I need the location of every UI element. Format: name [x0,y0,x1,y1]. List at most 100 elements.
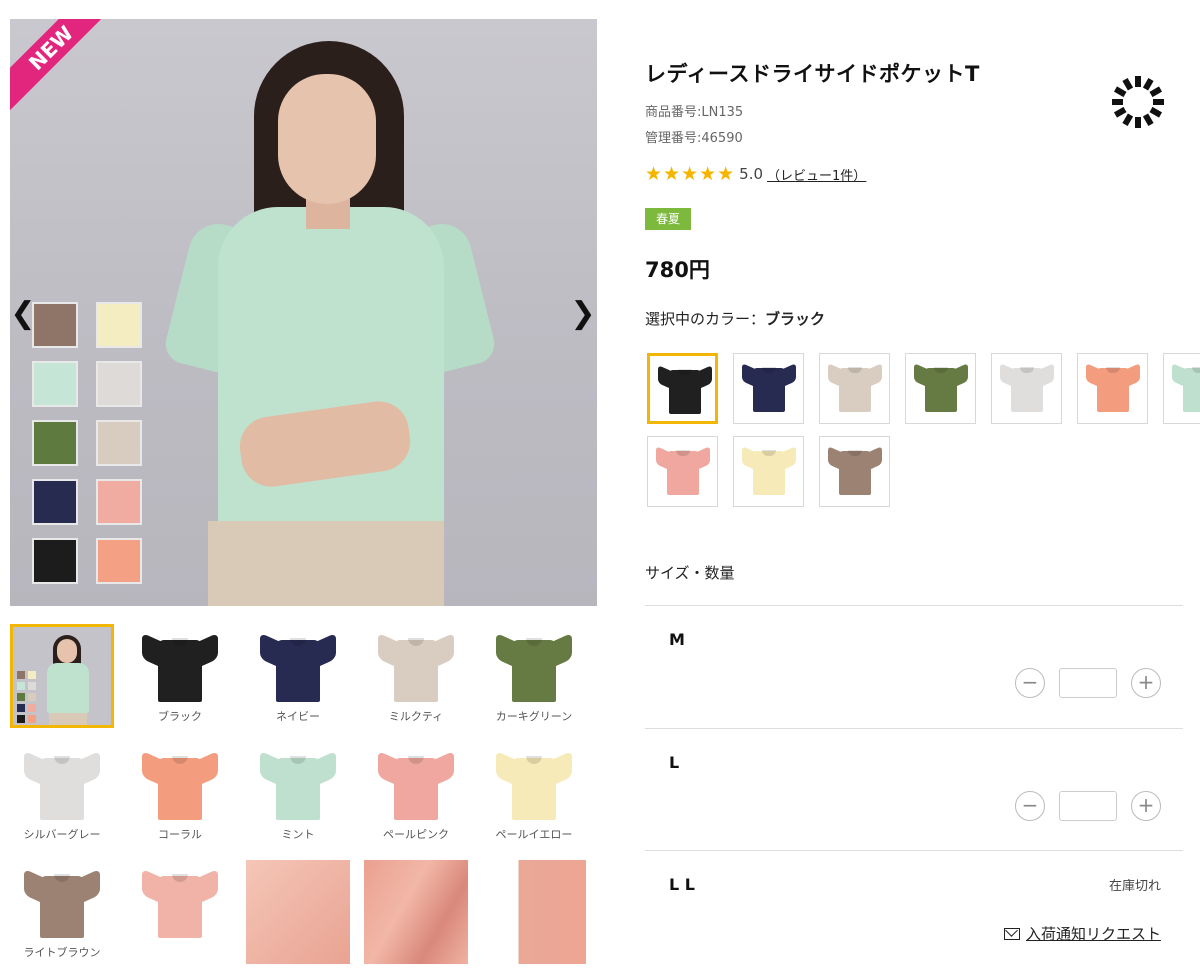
thumbnail[interactable] [10,624,114,728]
thumbnail-caption: コーラル [128,826,232,842]
tshirt-image [658,365,712,414]
management-number: 管理番号:46590 [645,131,743,146]
thumbnail[interactable] [128,860,232,964]
color-swatch[interactable] [905,353,976,424]
tshirt-image [378,632,454,702]
thumbnail[interactable] [246,860,350,964]
decrement-button[interactable]: − [1015,791,1045,821]
color-swatch[interactable] [647,436,718,507]
thumbnail[interactable]: ミルクティ [364,624,468,728]
size-quantity-heading: サイズ・数量 [645,564,735,582]
color-swatch[interactable] [819,436,890,507]
thumbnail[interactable]: ブラック [128,624,232,728]
selected-color-label: 選択中のカラー：ブラック [645,308,825,329]
size-row-m: M − + [645,605,1183,728]
color-swatch[interactable] [1163,353,1200,424]
thumbnail-caption: ブラック [128,708,232,724]
item-number: 商品番号:LN135 [645,105,744,120]
prev-image-arrow-icon[interactable]: ❮ [10,299,38,329]
main-image-swatch [96,420,142,466]
size-name: L [669,753,680,772]
mail-icon [1003,927,1020,940]
color-swatch[interactable] [1077,353,1148,424]
thumbnail[interactable]: シルバーグレー [10,742,114,846]
main-image-swatch [96,302,142,348]
tshirt-image [742,363,796,412]
price: 780円 [645,258,710,282]
increment-button[interactable]: + [1131,668,1161,698]
size-name: L L [669,875,695,894]
tshirt-image [378,750,454,820]
thumbnail-caption: シルバーグレー [10,826,114,842]
tshirt-image [828,363,882,412]
tshirt-image [496,750,572,820]
tshirt-image [24,750,100,820]
tshirt-image [1000,363,1054,412]
thumbnail-caption: カーキグリーン [482,708,586,724]
quantity-input[interactable] [1059,668,1117,698]
restock-notify-link[interactable]: 入荷通知リクエスト [1003,923,1161,944]
main-image-swatch [32,420,78,466]
model-pants [208,521,444,606]
tshirt-image [1172,363,1200,412]
thumbnail[interactable] [364,860,468,964]
decrement-button[interactable]: − [1015,668,1045,698]
rating-value: 5.0 [739,165,764,183]
tshirt-image [260,632,336,702]
thumbnail-caption: ミルクティ [364,708,468,724]
thumbnail[interactable] [482,860,586,964]
tshirt-image [828,446,882,495]
tshirt-image [914,363,968,412]
rating: ★★★★★ 5.0 （レビュー1件） [645,163,866,185]
quantity-stepper: − + [1015,791,1161,821]
size-row-ll: L L 在庫切れ 入荷通知リクエスト [645,850,1183,971]
selected-color-prefix: 選択中のカラー： [645,310,766,328]
color-swatch[interactable] [733,436,804,507]
selected-color-name: ブラック [765,310,826,328]
restock-notify-label: 入荷通知リクエスト [1025,925,1161,943]
tshirt-image [656,446,710,495]
thumbnail[interactable]: ミント [246,742,350,846]
main-image-swatch [32,302,78,348]
increment-button[interactable]: + [1131,791,1161,821]
color-swatch[interactable] [991,353,1062,424]
thumbnail-caption: ネイビー [246,708,350,724]
tshirt-image [742,446,796,495]
thumbnail-caption: ライトブラウン [10,944,114,960]
thumbnail-caption: ペールイエロー [482,826,586,842]
thumbnail[interactable]: ペールピンク [364,742,468,846]
review-count-link[interactable]: （レビュー1件） [767,165,866,184]
thumbnail-caption: ミント [246,826,350,842]
tshirt-image [1086,363,1140,412]
product-title: レディースドライサイドポケットT [645,62,980,86]
main-product-image: NEW ❮ ❯ [10,19,597,606]
main-image-swatch [32,479,78,525]
thumbnail-gallery: ブラック ネイビー ミルクティ カーキグリーンシルバーグレー コーラル ミント ペールピンク… [10,624,588,964]
main-image-swatch [96,479,142,525]
model-face [278,74,376,204]
color-swatch[interactable] [733,353,804,424]
main-image-swatch [32,538,78,584]
thumbnail[interactable]: ライトブラウン [10,860,114,964]
main-image-swatch [96,538,142,584]
color-swatch-list [647,353,1200,507]
thumbnail[interactable]: ペールイエロー [482,742,586,846]
loading-spinner-icon [1112,76,1164,128]
main-image-swatch-grid [32,302,142,584]
season-tag: 春夏 [645,208,691,230]
thumbnail-caption: ペールピンク [364,826,468,842]
thumbnail[interactable]: ネイビー [246,624,350,728]
next-image-arrow-icon[interactable]: ❯ [568,299,597,329]
tshirt-image [142,868,218,938]
main-image-swatch [96,361,142,407]
out-of-stock-label: 在庫切れ [1108,879,1161,894]
quantity-stepper: − + [1015,668,1161,698]
main-image-swatch [32,361,78,407]
quantity-input[interactable] [1059,791,1117,821]
thumbnail[interactable]: コーラル [128,742,232,846]
tshirt-image [496,632,572,702]
thumbnail[interactable]: カーキグリーン [482,624,586,728]
color-swatch[interactable] [819,353,890,424]
color-swatch[interactable] [647,353,718,424]
tshirt-image [24,868,100,938]
